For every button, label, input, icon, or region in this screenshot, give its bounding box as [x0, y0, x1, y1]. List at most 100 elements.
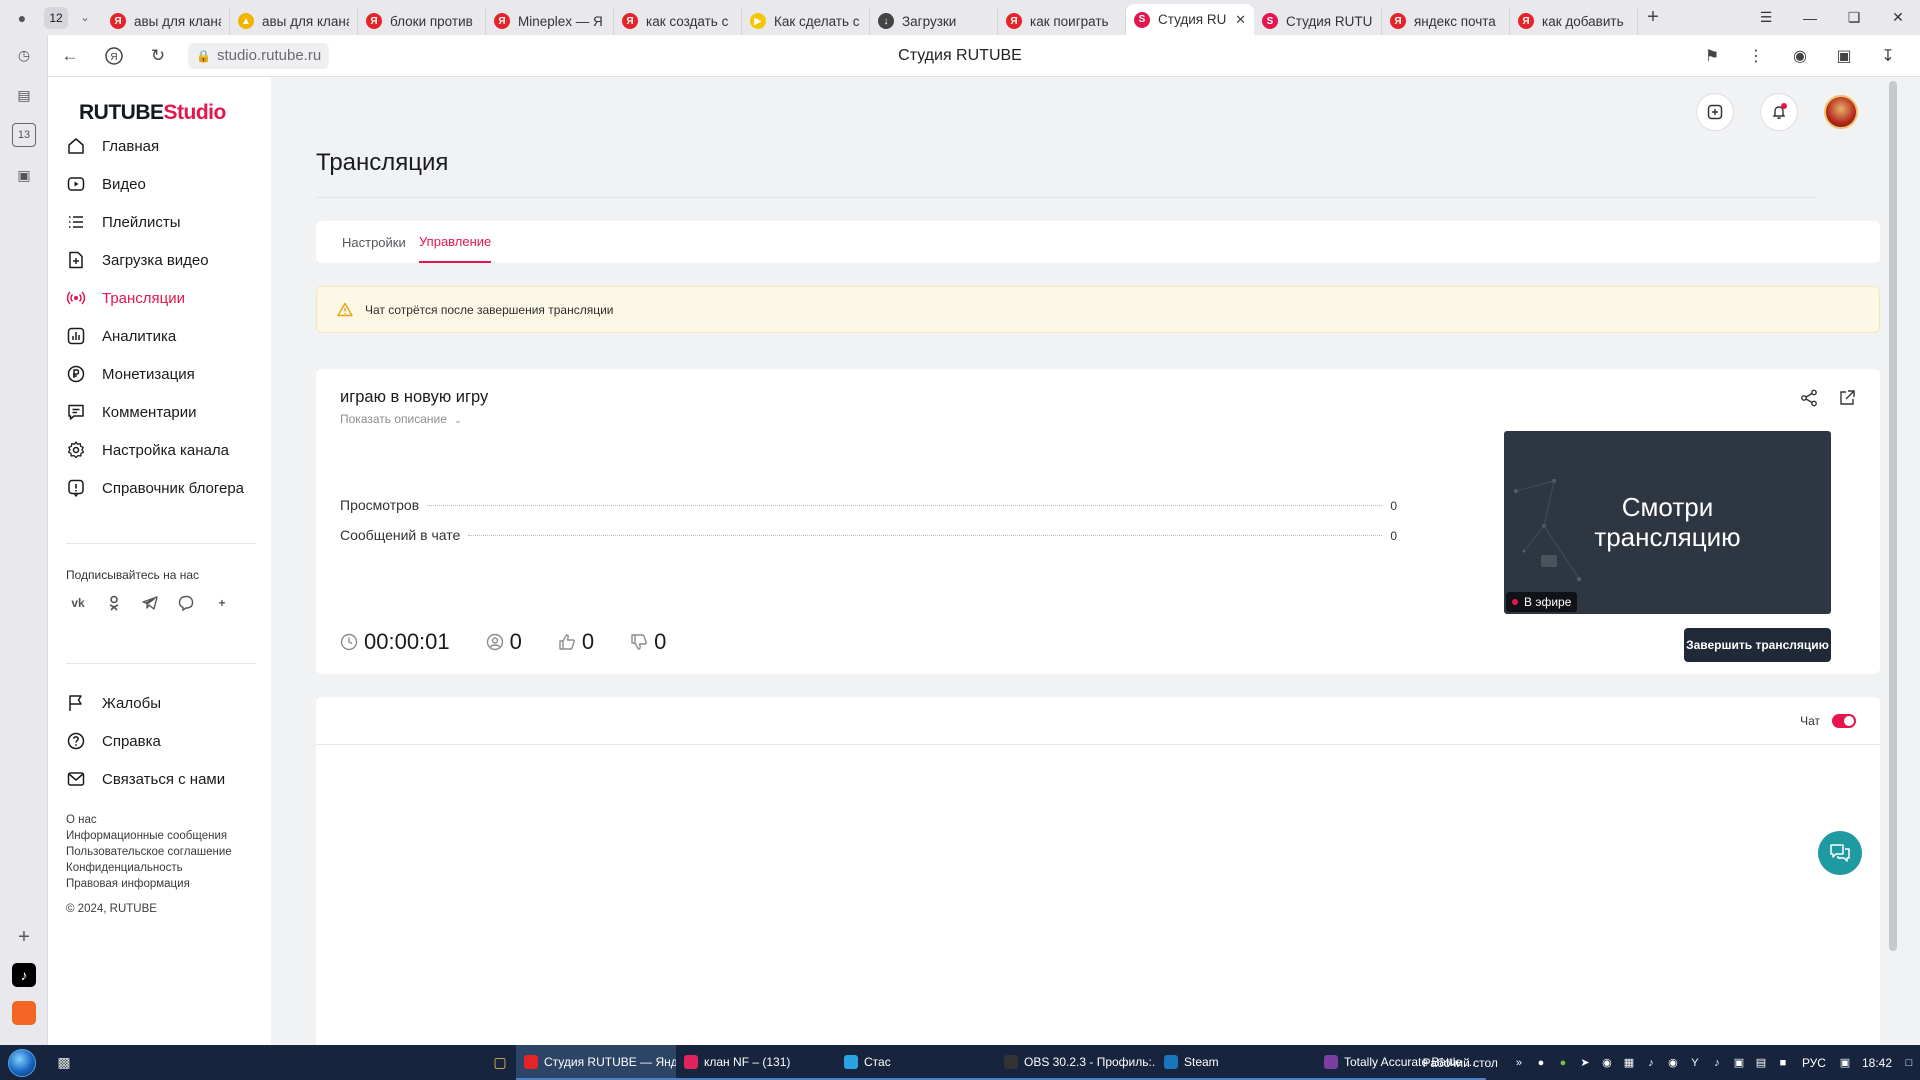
tray-icon[interactable]: ▣: [1836, 1056, 1854, 1070]
profile-icon[interactable]: ●: [0, 0, 44, 35]
menu-icon[interactable]: ☰: [1744, 0, 1788, 35]
browser-tab[interactable]: Яблоки против: [358, 7, 486, 35]
sidebar-item-mail[interactable]: Связаться с нами: [66, 760, 266, 798]
browser-tab[interactable]: ▲ авы для клана: [230, 7, 358, 35]
minimize-button[interactable]: —: [1788, 0, 1832, 35]
close-tab-icon[interactable]: ✕: [1231, 12, 1246, 28]
tab-management[interactable]: Управление: [419, 221, 492, 263]
sidebar-item-monetization[interactable]: Монетизация: [66, 355, 266, 393]
show-description-toggle[interactable]: Показать описание ⌄: [340, 412, 462, 426]
more-socials-icon[interactable]: +: [210, 591, 234, 615]
scrollbar-thumb[interactable]: [1889, 81, 1897, 951]
volume-icon[interactable]: ♪: [1708, 1056, 1726, 1070]
tab-settings[interactable]: Настройки: [342, 221, 406, 263]
clock[interactable]: 18:42: [1862, 1056, 1892, 1070]
tiktok-icon[interactable]: ♪: [12, 963, 36, 987]
sidebar-item-home[interactable]: Главная: [66, 127, 266, 165]
browser-tab[interactable]: Якак добавить: [1510, 7, 1638, 35]
sidebar-item-upload[interactable]: Загрузка видео: [66, 241, 266, 279]
tray-yandex-icon[interactable]: Y: [1686, 1056, 1704, 1070]
network-icon[interactable]: ▤: [1752, 1056, 1770, 1070]
tray-telegram-icon[interactable]: ➤: [1576, 1056, 1594, 1070]
browser-tab[interactable]: ↓ Загрузки: [870, 7, 998, 35]
taskbar-item[interactable]: Стас: [836, 1045, 996, 1080]
reload-button[interactable]: ↻: [136, 35, 180, 77]
footer-link[interactable]: Конфиденциальность: [66, 860, 232, 876]
chat-toggle[interactable]: [1832, 714, 1856, 728]
tray-overflow-icon[interactable]: »: [1510, 1056, 1528, 1070]
language-indicator[interactable]: РУС: [1802, 1056, 1826, 1070]
taskbar-item[interactable]: Студия RUTUBE — Янд...: [516, 1045, 676, 1080]
browser-tab-active[interactable]: S Студия RU ✕: [1126, 4, 1254, 35]
tray-app-icon[interactable]: ●: [1554, 1056, 1572, 1070]
tray-icon[interactable]: ▣: [1730, 1056, 1748, 1070]
page-scrollbar[interactable]: [1884, 77, 1902, 1045]
show-desktop-icon[interactable]: ▩: [44, 1045, 84, 1080]
close-window-button[interactable]: ✕: [1876, 0, 1920, 35]
tray-teams-icon[interactable]: ▦: [1620, 1056, 1638, 1070]
extensions-icon[interactable]: ▣: [1822, 46, 1866, 66]
taskbar-item[interactable]: клан NF – (131): [676, 1045, 836, 1080]
folder-icon[interactable]: ▢: [484, 1045, 516, 1080]
tray-icon[interactable]: ■: [1774, 1056, 1792, 1070]
add-panel-icon[interactable]: +: [12, 925, 36, 949]
microphone-icon[interactable]: ♪: [1642, 1056, 1660, 1070]
account-icon[interactable]: ◉: [1778, 46, 1822, 66]
notes-icon[interactable]: ▤: [12, 83, 36, 107]
more-menu-icon[interactable]: ⋮: [1734, 46, 1778, 66]
viber-icon[interactable]: [174, 591, 198, 615]
support-chat-button[interactable]: [1818, 831, 1862, 875]
bookmark-icon[interactable]: ⚑: [1690, 46, 1734, 66]
footer-link[interactable]: Правовая информация: [66, 876, 232, 892]
browser-tab[interactable]: Я Mineplex — Я: [486, 7, 614, 35]
share-icon[interactable]: [1800, 389, 1818, 407]
tabs-dropdown-icon[interactable]: ⌄: [74, 11, 96, 24]
tab-counter[interactable]: 12: [44, 6, 68, 29]
yandex-button[interactable]: Я: [92, 35, 136, 77]
sidebar-item-video[interactable]: Видео: [66, 165, 266, 203]
rutube-studio-logo[interactable]: RUTUBEStudio: [79, 101, 226, 125]
history-icon[interactable]: ◷: [12, 43, 36, 67]
mail-app-icon[interactable]: [12, 1001, 36, 1025]
tray-discord-icon[interactable]: ◉: [1598, 1056, 1616, 1070]
tray-steam-icon[interactable]: ◉: [1664, 1056, 1682, 1070]
start-button[interactable]: [0, 1045, 44, 1080]
sidebar-item-info[interactable]: Справочник блогера: [66, 469, 266, 507]
footer-link[interactable]: О нас: [66, 812, 232, 828]
sidebar-item-flag[interactable]: Жалобы: [66, 684, 266, 722]
sidebar-item-help[interactable]: Справка: [66, 722, 266, 760]
notifications-button[interactable]: [1760, 93, 1798, 131]
footer-link[interactable]: Информационные сообщения: [66, 828, 232, 844]
sidebar-item-playlist[interactable]: Плейлисты: [66, 203, 266, 241]
avatar[interactable]: [1824, 95, 1858, 129]
telegram-icon[interactable]: [138, 591, 162, 615]
calendar-icon[interactable]: 13: [12, 123, 36, 147]
restore-button[interactable]: ❏: [1832, 0, 1876, 35]
browser-tab[interactable]: Якак создать с: [614, 7, 742, 35]
browser-tab[interactable]: Яавы для клана: [102, 7, 230, 35]
browser-tab[interactable]: ▶ Как сделать с: [742, 7, 870, 35]
sidebar-item-broadcast[interactable]: Трансляции: [66, 279, 266, 317]
footer-link[interactable]: Пользовательское соглашение: [66, 844, 232, 860]
tray-app-icon[interactable]: ●: [1532, 1056, 1550, 1070]
notification-center-icon[interactable]: □: [1900, 1056, 1918, 1070]
sidebar-item-gear[interactable]: Настройка канала: [66, 431, 266, 469]
vk-icon[interactable]: vk: [66, 591, 90, 615]
browser-tab[interactable]: Яяндекс почта: [1382, 7, 1510, 35]
downloads-icon[interactable]: ↧: [1866, 46, 1910, 66]
stream-preview[interactable]: Смотри трансляцию В эфире: [1504, 431, 1831, 614]
add-content-button[interactable]: [1696, 93, 1734, 131]
new-tab-button[interactable]: +: [1638, 6, 1668, 29]
back-button[interactable]: ←: [48, 35, 92, 77]
url-field[interactable]: 🔒 studio.rutube.ru: [188, 42, 330, 69]
taskbar-item[interactable]: OBS 30.2.3 - Профиль:...: [996, 1045, 1156, 1080]
end-stream-button[interactable]: Завершить трансляцию: [1684, 628, 1831, 662]
browser-tab[interactable]: Якак поиграть: [998, 7, 1126, 35]
ok-icon[interactable]: [102, 591, 126, 615]
media-icon[interactable]: ▣: [12, 163, 36, 187]
sidebar-item-analytics[interactable]: Аналитика: [66, 317, 266, 355]
desktop-toolbar-label[interactable]: Рабочий стол: [1423, 1056, 1498, 1070]
browser-tab[interactable]: S Студия RUTU: [1254, 7, 1382, 35]
external-link-icon[interactable]: [1838, 389, 1856, 407]
taskbar-item[interactable]: Steam: [1156, 1045, 1316, 1080]
